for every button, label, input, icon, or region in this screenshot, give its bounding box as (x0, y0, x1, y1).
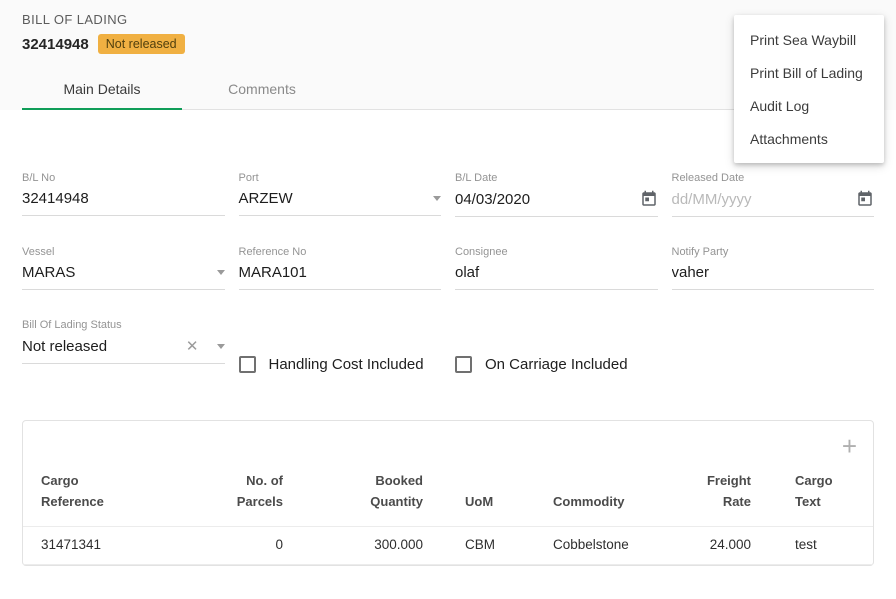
bl-status-field: Bill Of Lading Status Not released ✕ (22, 319, 225, 364)
port-select[interactable]: ARZEW (239, 184, 442, 216)
cargo-table: Cargo Reference No. of Parcels Booked Qu… (23, 471, 873, 565)
menu-item-print-bill-of-lading[interactable]: Print Bill of Lading (734, 56, 884, 89)
handling-cost-checkbox[interactable] (239, 356, 256, 373)
cell-commodity: Cobbelstone (533, 526, 673, 564)
tab-comments[interactable]: Comments (182, 68, 342, 109)
cargo-card: + Cargo Reference No. of Parcels Booked … (22, 420, 874, 566)
port-field: Port ARZEW (239, 172, 442, 217)
chevron-down-icon (217, 344, 225, 349)
bl-number: 32414948 (22, 36, 89, 53)
add-cargo-button[interactable]: + (842, 433, 857, 459)
actions-menu: Print Sea Waybill Print Bill of Lading A… (734, 15, 884, 163)
consignee-input[interactable] (455, 264, 658, 281)
consignee-field: Consignee (455, 246, 658, 290)
bl-date-label: B/L Date (455, 172, 658, 184)
reference-no-label: Reference No (239, 246, 442, 258)
chevron-down-icon (433, 196, 441, 201)
on-carriage-label: On Carriage Included (485, 356, 628, 373)
bl-date-picker-button[interactable] (640, 190, 658, 208)
col-header-freight-rate: Freight Rate (703, 471, 751, 513)
notify-party-input[interactable] (672, 264, 875, 281)
cargo-table-header-row: Cargo Reference No. of Parcels Booked Qu… (23, 471, 873, 526)
menu-item-audit-log[interactable]: Audit Log (734, 89, 884, 122)
col-header-no-of-parcels: No. of Parcels (235, 471, 283, 513)
col-header-uom: UoM (465, 492, 493, 513)
clear-icon[interactable]: ✕ (186, 337, 199, 355)
chevron-down-icon (217, 270, 225, 275)
bl-date-input[interactable] (455, 191, 640, 208)
cell-uom: CBM (423, 526, 533, 564)
col-header-commodity: Commodity (553, 492, 625, 513)
cargo-table-row[interactable]: 31471341 0 300.000 CBM Cobbelstone 24.00… (23, 526, 873, 564)
cell-no-of-parcels: 0 (203, 526, 283, 564)
port-value: ARZEW (239, 190, 428, 207)
col-header-booked-quantity: Booked Quantity (363, 471, 423, 513)
col-header-cargo-text: Cargo Text (795, 471, 839, 513)
menu-item-print-sea-waybill[interactable]: Print Sea Waybill (734, 23, 884, 56)
reference-no-input[interactable] (239, 264, 442, 281)
tab-comments-label: Comments (228, 81, 296, 97)
reference-no-field: Reference No (239, 246, 442, 290)
port-label: Port (239, 172, 442, 184)
bl-no-field: B/L No (22, 172, 225, 217)
vessel-label: Vessel (22, 246, 225, 258)
vessel-value: MARAS (22, 264, 211, 281)
bl-status-value: Not released (22, 338, 186, 355)
tab-main-details[interactable]: Main Details (22, 68, 182, 109)
handling-cost-label: Handling Cost Included (269, 356, 424, 373)
bl-no-label: B/L No (22, 172, 225, 184)
bl-status-select[interactable]: Not released ✕ (22, 331, 225, 364)
notify-party-label: Notify Party (672, 246, 875, 258)
released-date-label: Released Date (672, 172, 875, 184)
consignee-label: Consignee (455, 246, 658, 258)
bl-status-label: Bill Of Lading Status (22, 319, 225, 331)
handling-cost-checkbox-row[interactable]: Handling Cost Included (239, 319, 442, 393)
released-date-picker-button[interactable] (856, 190, 874, 208)
col-header-cargo-reference: Cargo Reference (41, 471, 107, 513)
bl-no-input[interactable] (22, 190, 225, 207)
menu-item-attachments[interactable]: Attachments (734, 122, 884, 155)
released-date-input[interactable] (672, 191, 857, 208)
cell-cargo-text: test (751, 526, 873, 564)
notify-party-field: Notify Party (672, 246, 875, 290)
calendar-icon (640, 190, 658, 208)
vessel-select[interactable]: MARAS (22, 258, 225, 290)
released-date-field: Released Date (672, 172, 875, 217)
calendar-icon (856, 190, 874, 208)
on-carriage-checkbox-row[interactable]: On Carriage Included (455, 319, 658, 393)
cell-cargo-reference: 31471341 (23, 526, 203, 564)
on-carriage-checkbox[interactable] (455, 356, 472, 373)
cell-freight-rate: 24.000 (673, 526, 751, 564)
vessel-field: Vessel MARAS (22, 246, 225, 290)
cell-booked-quantity: 300.000 (283, 526, 423, 564)
bl-date-field: B/L Date (455, 172, 658, 217)
status-badge: Not released (98, 34, 185, 54)
tab-main-details-label: Main Details (63, 81, 140, 97)
